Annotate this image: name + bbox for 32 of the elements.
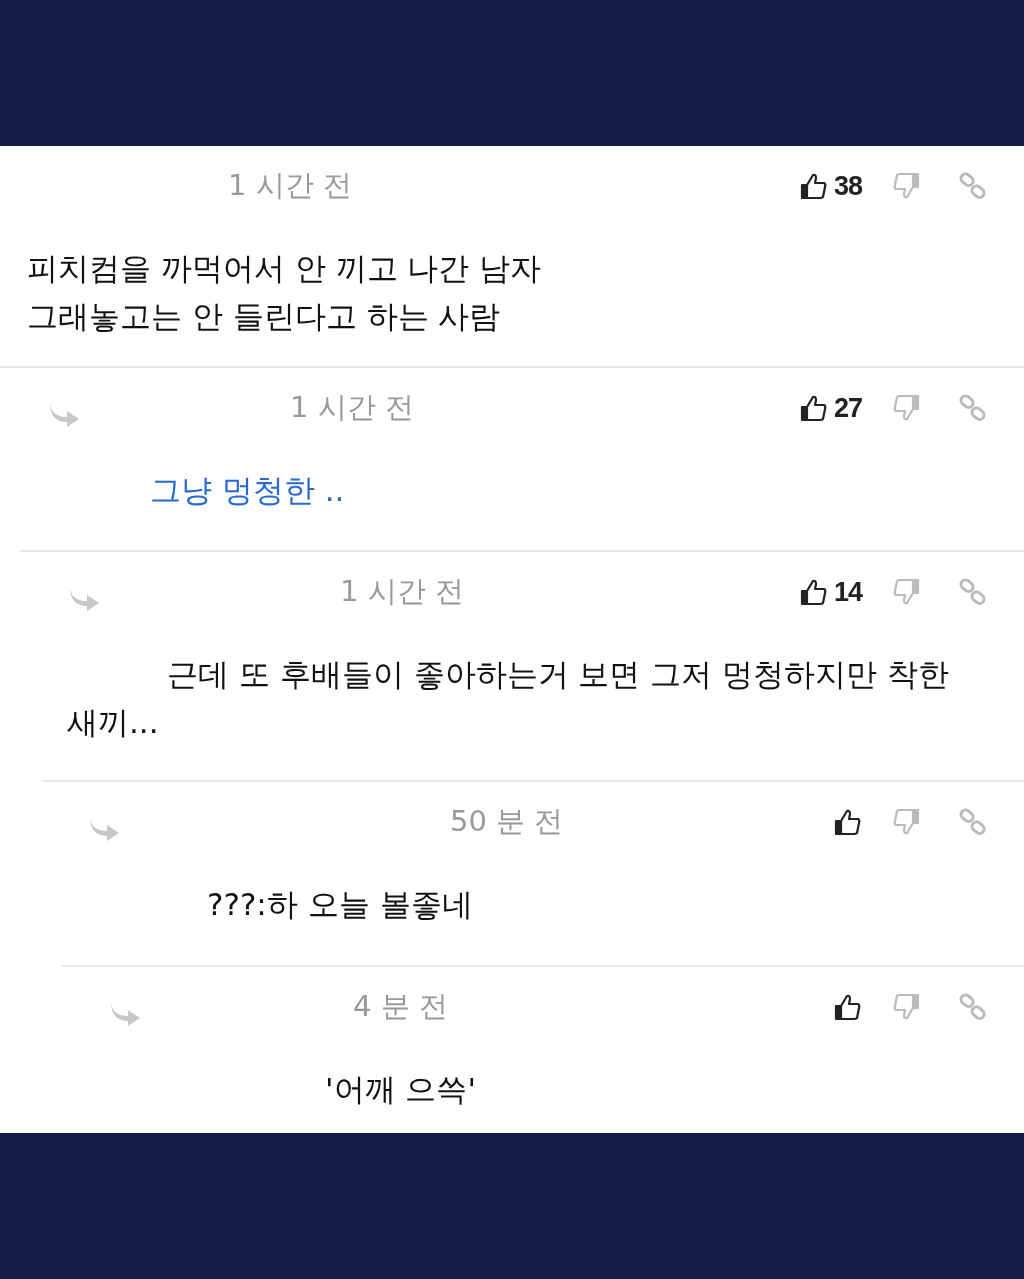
comment-text: '어깨 으쓱' [324,1070,477,1109]
timestamp: 50 분 전 [450,803,564,840]
like-button[interactable]: 14 [797,576,862,608]
link-button[interactable] [958,807,988,837]
thumbs-down-icon [892,171,922,201]
link-button[interactable] [958,577,988,607]
thumbs-up-icon [832,992,862,1022]
comment-text: 근데 또 후배들이 좋아하는거 보면 그저 멍청하지만 착한 새끼... [66,655,950,742]
like-button[interactable] [832,992,862,1022]
like-button[interactable] [832,807,862,837]
link-icon [958,992,988,1022]
link-button[interactable] [958,992,988,1022]
timestamp: 1 시간 전 [228,167,352,204]
timestamp: 4 분 전 [353,988,448,1025]
timestamp: 1 시간 전 [290,389,414,426]
link-icon [958,577,988,607]
comment-text: 그냥 멍청한 .. [149,471,346,510]
link-icon [958,807,988,837]
like-button[interactable]: 27 [797,392,862,424]
timestamp: 1 시간 전 [340,573,464,610]
thumbs-down-icon [892,992,922,1022]
comment-text: 피치컴을 까먹어서 안 끼고 나간 남자 그래놓고는 안 들린다고 하는 사람 [26,249,543,336]
link-button[interactable] [958,393,988,423]
thumbs-down-icon [892,577,922,607]
thumbs-down-icon [892,807,922,837]
comment-text: ???:하 오늘 볼좋네 [206,885,474,924]
link-icon [958,171,988,201]
like-button[interactable]: 38 [797,170,862,202]
link-button[interactable] [958,171,988,201]
thumbs-down-icon [892,393,922,423]
thumbs-up-icon [832,807,862,837]
link-icon [958,393,988,423]
